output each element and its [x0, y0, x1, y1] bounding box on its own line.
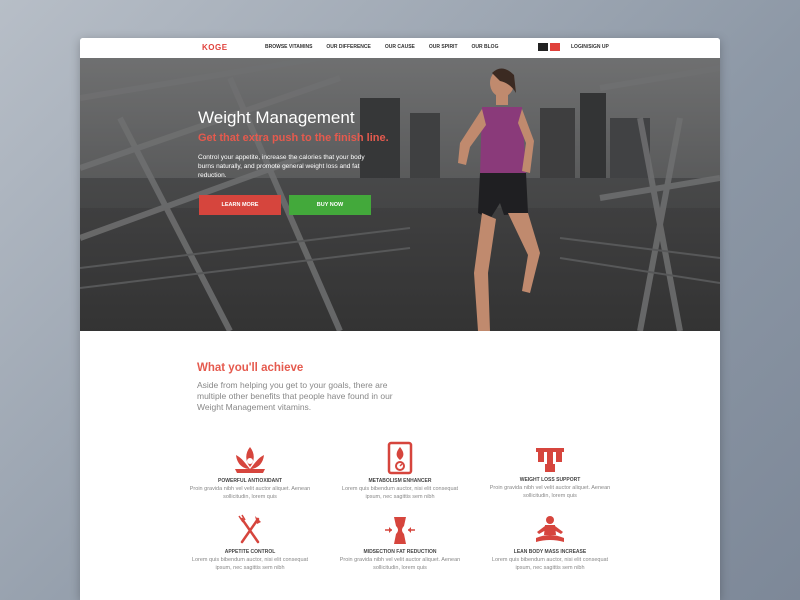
hero-banner: Weight Management Get that extra push to…	[80, 58, 720, 331]
feature-lean-body-mass-increase: LEAN BODY MASS INCREASE Lorem quis biben…	[485, 514, 615, 572]
meditation-icon	[536, 516, 564, 542]
feature-appetite-control: APPETITE CONTROL Lorem quis bibendum auc…	[185, 514, 315, 572]
torso-icon	[385, 517, 415, 544]
nav-links: BROWSE VITAMINS OUR DIFFERENCE OUR CAUSE…	[265, 44, 512, 50]
menu-icon[interactable]	[550, 43, 560, 51]
feature-title: APPETITE CONTROL	[224, 549, 276, 555]
feature-metabolism-enhancer: METABOLISM ENHANCER Lorem quis bibendum …	[335, 441, 465, 501]
feature-title: POWERFUL ANTIOXIDANT	[218, 478, 282, 484]
feature-powerful-antioxidant: POWERFUL ANTIOXIDANT Proin gravida nibh …	[185, 443, 315, 501]
achieve-description: Aside from helping you get to your goals…	[197, 380, 393, 412]
nav-browse-vitamins[interactable]: BROWSE VITAMINS	[265, 44, 312, 50]
fork-knife-icon	[238, 514, 261, 544]
feature-title: MIDSECTION FAT REDUCTION	[363, 549, 437, 555]
lotus-icon	[235, 447, 265, 473]
top-nav: KOGE BROWSE VITAMINS OUR DIFFERENCE OUR …	[80, 38, 720, 58]
feature-description: Proin gravida nibh vel velit auctor aliq…	[489, 485, 611, 499]
feature-description: Lorem quis bibendum auctor, nisi elit co…	[191, 557, 309, 571]
feature-description: Proin gravida nibh vel velit auctor aliq…	[339, 557, 461, 571]
feature-midsection-fat-reduction: MIDSECTION FAT REDUCTION Proin gravida n…	[335, 514, 465, 572]
nav-our-spirit[interactable]: OUR SPIRIT	[429, 44, 458, 50]
login-signup-link[interactable]: LOGIN/SIGN UP	[571, 44, 609, 50]
flame-scale-icon	[387, 441, 413, 475]
achieve-title: What you'll achieve	[197, 362, 304, 374]
hero-overlay	[80, 58, 720, 331]
learn-more-button[interactable]: LEARN MORE	[199, 195, 281, 215]
browser-window: KOGE BROWSE VITAMINS OUR DIFFERENCE OUR …	[80, 38, 720, 600]
nav-our-difference[interactable]: OUR DIFFERENCE	[326, 44, 370, 50]
feature-description: Lorem quis bibendum auctor, nisi elit co…	[491, 557, 609, 571]
feature-description: Proin gravida nibh vel velit auctor aliq…	[189, 486, 311, 500]
buy-now-button[interactable]: BUY NOW	[289, 195, 371, 215]
feature-description: Lorem quis bibendum auctor, nisi elit co…	[341, 486, 459, 500]
logo[interactable]: KOGE	[202, 43, 228, 52]
nav-our-blog[interactable]: OUR BLOG	[472, 44, 499, 50]
feature-title: WEIGHT LOSS SUPPORT	[519, 477, 581, 483]
hero-subtitle: Get that extra push to the finish line.	[198, 132, 389, 144]
cart-icon[interactable]	[538, 43, 548, 51]
nav-our-cause[interactable]: OUR CAUSE	[385, 44, 415, 50]
runner-image	[458, 68, 540, 331]
hero-title: Weight Management	[198, 108, 355, 127]
feature-title: LEAN BODY MASS INCREASE	[513, 549, 587, 555]
feature-weight-loss-support: WEIGHT LOSS SUPPORT Proin gravida nibh v…	[485, 444, 615, 500]
dumbbell-icon	[536, 448, 564, 472]
feature-title: METABOLISM ENHANCER	[368, 478, 432, 484]
hero-description: Control your appetite, increase the calo…	[198, 154, 365, 179]
